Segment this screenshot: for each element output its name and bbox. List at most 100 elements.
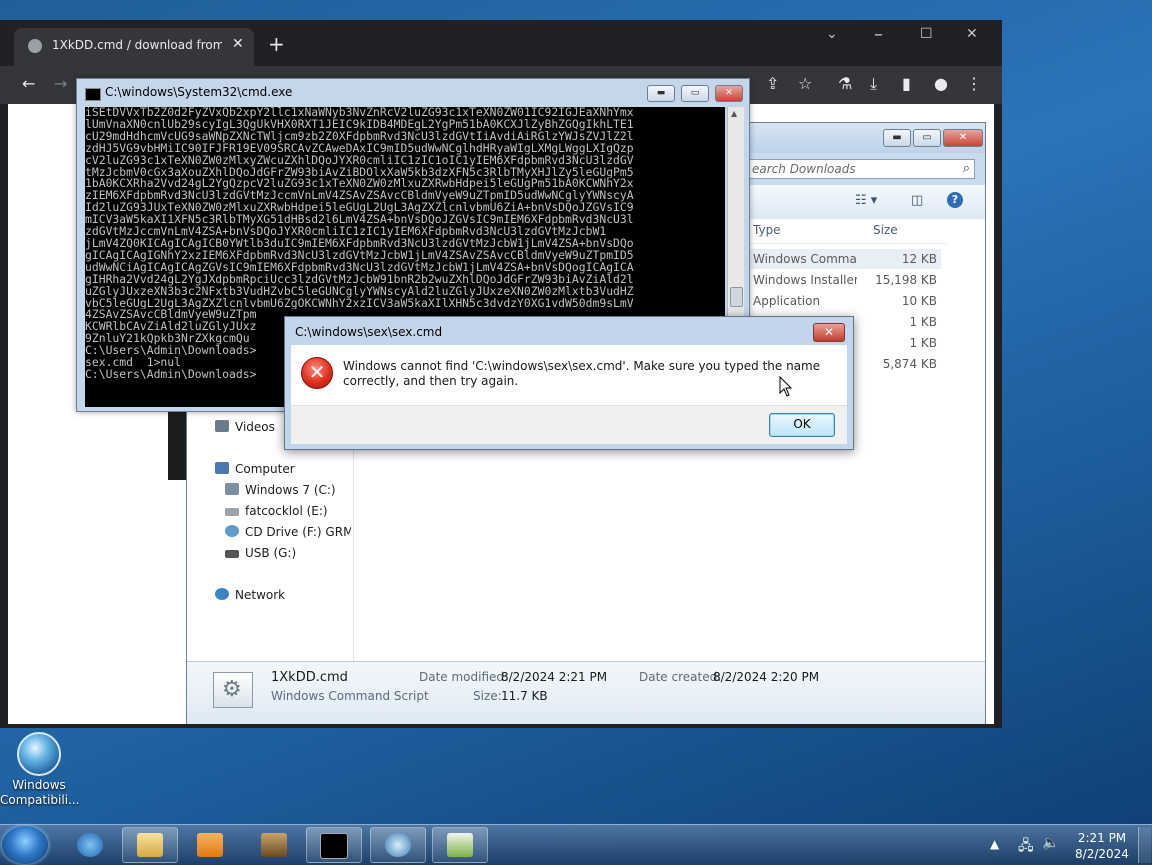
cmd-minimize-button[interactable]: ▬: [647, 85, 675, 102]
nav-label: Network: [235, 588, 286, 602]
explorer-close-button[interactable]: ✕: [943, 129, 983, 147]
cd-drive-icon: [225, 525, 239, 537]
tray-overflow-arrow[interactable]: ▲: [990, 837, 999, 851]
new-tab-button[interactable]: +: [268, 34, 285, 54]
details-created-label: Date created:: [639, 670, 722, 684]
nav-item-computer[interactable]: Computer: [215, 459, 295, 479]
console-line: gICAgICAgIGNhY2xzIEM6XFdpbmRvd3NcU3lzdGV…: [85, 249, 634, 262]
network-tray-icon[interactable]: 🖧: [1018, 835, 1034, 859]
details-pane: ⚙ 1XkDD.cmd Windows Command Script Date …: [187, 661, 985, 724]
tab-search-icon[interactable]: ⌄: [826, 26, 838, 42]
close-window-button[interactable]: ✕: [966, 26, 978, 42]
explorer-minimize-button[interactable]: ▬: [883, 129, 911, 147]
console-icon: [85, 88, 101, 101]
nav-item-network[interactable]: Network: [215, 585, 285, 605]
nav-item-drive-g[interactable]: USB (G:): [225, 543, 296, 563]
side-panel-icon[interactable]: ▮: [902, 74, 911, 93]
console-line: 1bA0KCXRha2Vvd24gL2YgQzpcV2luZG93c1xTeXN…: [85, 178, 634, 191]
taskbar-archive[interactable]: [246, 827, 302, 863]
script-file-icon: ⚙: [213, 672, 253, 708]
taskbar-chrome[interactable]: [370, 827, 426, 863]
chrome-tab-title: 1XkDD.cmd / download from ba: [52, 38, 222, 52]
maximize-button[interactable]: ☐: [920, 26, 933, 42]
cmd-close-button[interactable]: ✕: [715, 85, 743, 102]
usb-drive-icon: [225, 550, 239, 558]
file-size: 1 KB: [909, 336, 937, 350]
nav-label: CD Drive (F:) GRMSX: [245, 525, 351, 539]
file-row[interactable]: Application 10 KB: [747, 291, 941, 311]
console-line: lUmVnaXN0cnlUb29scyIgL3QgUkVHX0RXT1JEIC9…: [85, 118, 634, 131]
dialog-body: ✕ Windows cannot find 'C:\windows\sex\se…: [291, 345, 847, 444]
file-size: 15,198 KB: [875, 273, 937, 287]
scroll-thumb[interactable]: [730, 287, 743, 307]
details-size-label: Size:: [473, 689, 502, 703]
nav-item-drive-f[interactable]: CD Drive (F:) GRMSX: [225, 522, 351, 542]
preview-pane-icon[interactable]: ◫: [911, 193, 923, 208]
nav-label: USB (G:): [245, 546, 297, 560]
volume-muted-icon[interactable]: 🔈: [1042, 835, 1059, 851]
console-line: gIHRha2Vvd24gL2YgJXdpbmRpciUcc3lzdGVtMzJ…: [85, 273, 634, 286]
taskbar-clock[interactable]: 2:21 PM 8/2/2024: [1066, 830, 1138, 862]
console-line: cV2luZG93c1xTeXN0ZW0zMlxyZWcuZXhlDQoJYXR…: [85, 154, 634, 167]
nav-item-drive-e[interactable]: fatcocklol (E:): [225, 501, 328, 521]
console-icon: [320, 833, 348, 859]
console-line: iSEtDVVxTb2Z0d2FyZVxQb2xpY2llc1xNaWNyb3N…: [85, 107, 634, 119]
header-divider: [747, 243, 947, 244]
file-row[interactable]: Windows Installer ... 15,198 KB: [747, 270, 941, 290]
nav-label: Videos: [235, 420, 275, 434]
share-icon[interactable]: ⇪: [766, 74, 779, 93]
globe-icon: [385, 833, 411, 857]
desktop-icon-windows-compatibility[interactable]: Windows Compatibili...: [0, 728, 80, 808]
clock-date: 8/2/2024: [1075, 847, 1129, 861]
dialog-close-button[interactable]: ✕: [813, 323, 845, 342]
tab-close-icon[interactable]: ✕: [232, 36, 244, 52]
column-header-size[interactable]: Size: [873, 223, 898, 237]
show-desktop-button[interactable]: [1138, 827, 1151, 863]
search-input[interactable]: earch Downloads ⌕: [747, 159, 975, 179]
taskbar-internet-explorer[interactable]: [62, 827, 118, 863]
nav-item-drive-c[interactable]: Windows 7 (C:): [225, 480, 336, 500]
menu-kebab-icon[interactable]: ⋮: [966, 74, 982, 93]
clock-time: 2:21 PM: [1077, 831, 1127, 845]
file-row[interactable]: Windows Comma... 12 KB: [747, 249, 941, 269]
task-manager-icon: [447, 833, 473, 857]
console-line: mICV3aW5kaXI1XFN5c3RlbTMyXG51dHBsd2l6LmV…: [85, 214, 634, 227]
computer-icon: [215, 462, 229, 474]
taskbar-explorer[interactable]: [122, 827, 178, 863]
download-icon[interactable]: ⤓: [870, 74, 877, 94]
profile-icon[interactable]: ●: [934, 74, 948, 93]
taskbar-cmd[interactable]: [306, 827, 362, 863]
taskbar-task-manager[interactable]: [432, 827, 488, 863]
details-modified-value: 8/2/2024 2:21 PM: [501, 670, 608, 684]
explorer-maximize-button[interactable]: ▭: [913, 129, 941, 147]
start-button[interactable]: [2, 826, 48, 864]
file-type: Windows Installer ...: [753, 273, 857, 287]
chrome-tab[interactable]: 1XkDD.cmd / download from ba ✕: [14, 28, 254, 66]
bookmark-star-icon[interactable]: ☆: [798, 74, 812, 93]
file-size: 12 KB: [901, 252, 937, 266]
details-created-value: 8/2/2024 2:20 PM: [713, 670, 820, 684]
desktop-icon-label: Windows Compatibili...: [0, 778, 80, 807]
minimize-button[interactable]: –: [874, 24, 883, 45]
help-icon[interactable]: ?: [947, 192, 963, 208]
ok-button[interactable]: OK: [769, 413, 835, 437]
error-dialog: C:\windows\sex\sex.cmd ✕ ✕ Windows canno…: [284, 316, 854, 450]
videos-icon: [215, 420, 229, 432]
nav-item-videos[interactable]: Videos: [215, 417, 275, 437]
usb-drive-icon: [225, 508, 239, 516]
column-header-type[interactable]: Type: [753, 223, 781, 237]
back-arrow-icon[interactable]: ←: [22, 74, 35, 93]
forward-arrow-icon[interactable]: →: [54, 74, 67, 93]
taskbar-media-player[interactable]: [182, 827, 238, 863]
console-line: uZGlyJUxzeXN3b3c2NFxtb3VudHZvbC5leGUNCgl…: [85, 285, 634, 298]
console-line: zIEM6XFdpbmRvd3NcU3lzdGVtMzJccmVnLmV4ZSA…: [85, 190, 634, 203]
globe-icon: [17, 732, 61, 776]
archive-icon: [261, 833, 287, 857]
cmd-maximize-button[interactable]: ▭: [681, 85, 709, 102]
error-icon: ✕: [301, 357, 333, 389]
folder-icon: [137, 833, 163, 857]
scroll-up-icon[interactable]: ▲: [731, 109, 737, 118]
labs-flask-icon[interactable]: ⚗: [838, 74, 852, 93]
view-options-icon[interactable]: ☷ ▾: [855, 193, 877, 208]
details-file-kind: Windows Command Script: [271, 689, 429, 703]
